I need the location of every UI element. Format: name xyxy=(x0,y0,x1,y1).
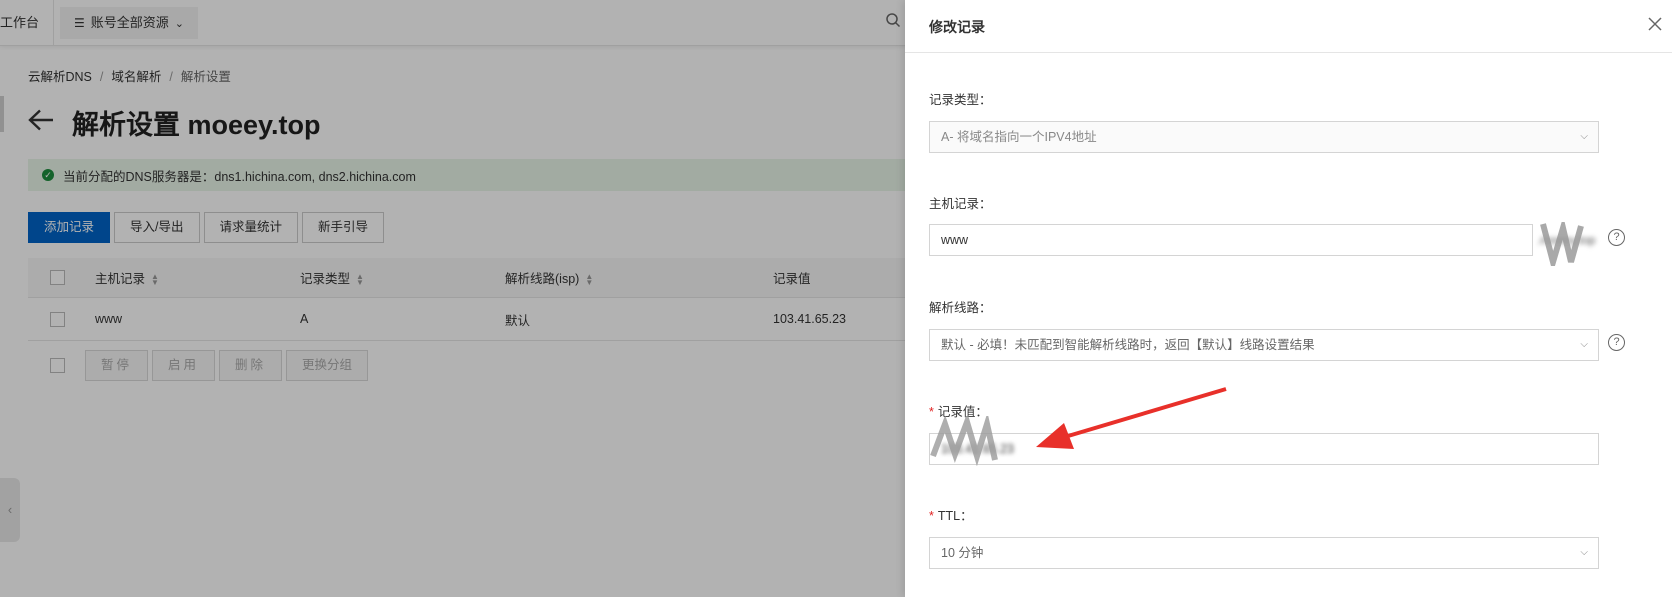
redaction-scribble xyxy=(930,416,998,466)
record-type-select[interactable]: A- 将域名指向一个IPV4地址 ⌵ xyxy=(929,121,1599,153)
chevron-down-icon: ⌵ xyxy=(1580,131,1588,142)
redaction-scribble xyxy=(1540,222,1584,266)
record-type-label: 记录类型： xyxy=(929,93,992,107)
chevron-down-icon: ⌵ xyxy=(1580,339,1588,350)
question-icon[interactable]: ? xyxy=(1608,229,1625,246)
ttl-label: * TTL： xyxy=(929,509,973,523)
drawer-header: 修改记录 xyxy=(905,0,1672,53)
line-value: 默认 - 必填！未匹配到智能解析线路时，返回【默认】线路设置结果 xyxy=(941,338,1315,352)
record-type-value: A- 将域名指向一个IPV4地址 xyxy=(941,130,1097,144)
line-label: 解析线路： xyxy=(929,301,992,315)
close-icon[interactable] xyxy=(1648,16,1662,34)
edit-record-drawer: 修改记录 记录类型： A- 将域名指向一个IPV4地址 ⌵ 主机记录： www … xyxy=(905,0,1672,597)
drawer-title: 修改记录 xyxy=(929,19,985,35)
modal-overlay[interactable] xyxy=(0,0,905,597)
line-select[interactable]: 默认 - 必填！未匹配到智能解析线路时，返回【默认】线路设置结果 ⌵ xyxy=(929,329,1599,361)
ttl-select[interactable]: 10 分钟 ⌵ xyxy=(929,537,1599,569)
ttl-value: 10 分钟 xyxy=(941,546,984,560)
question-icon[interactable]: ? xyxy=(1608,334,1625,351)
host-label: 主机记录： xyxy=(929,197,992,211)
annotation-arrow xyxy=(1036,387,1227,449)
host-input[interactable]: www xyxy=(929,224,1533,256)
chevron-down-icon: ⌵ xyxy=(1580,547,1588,558)
